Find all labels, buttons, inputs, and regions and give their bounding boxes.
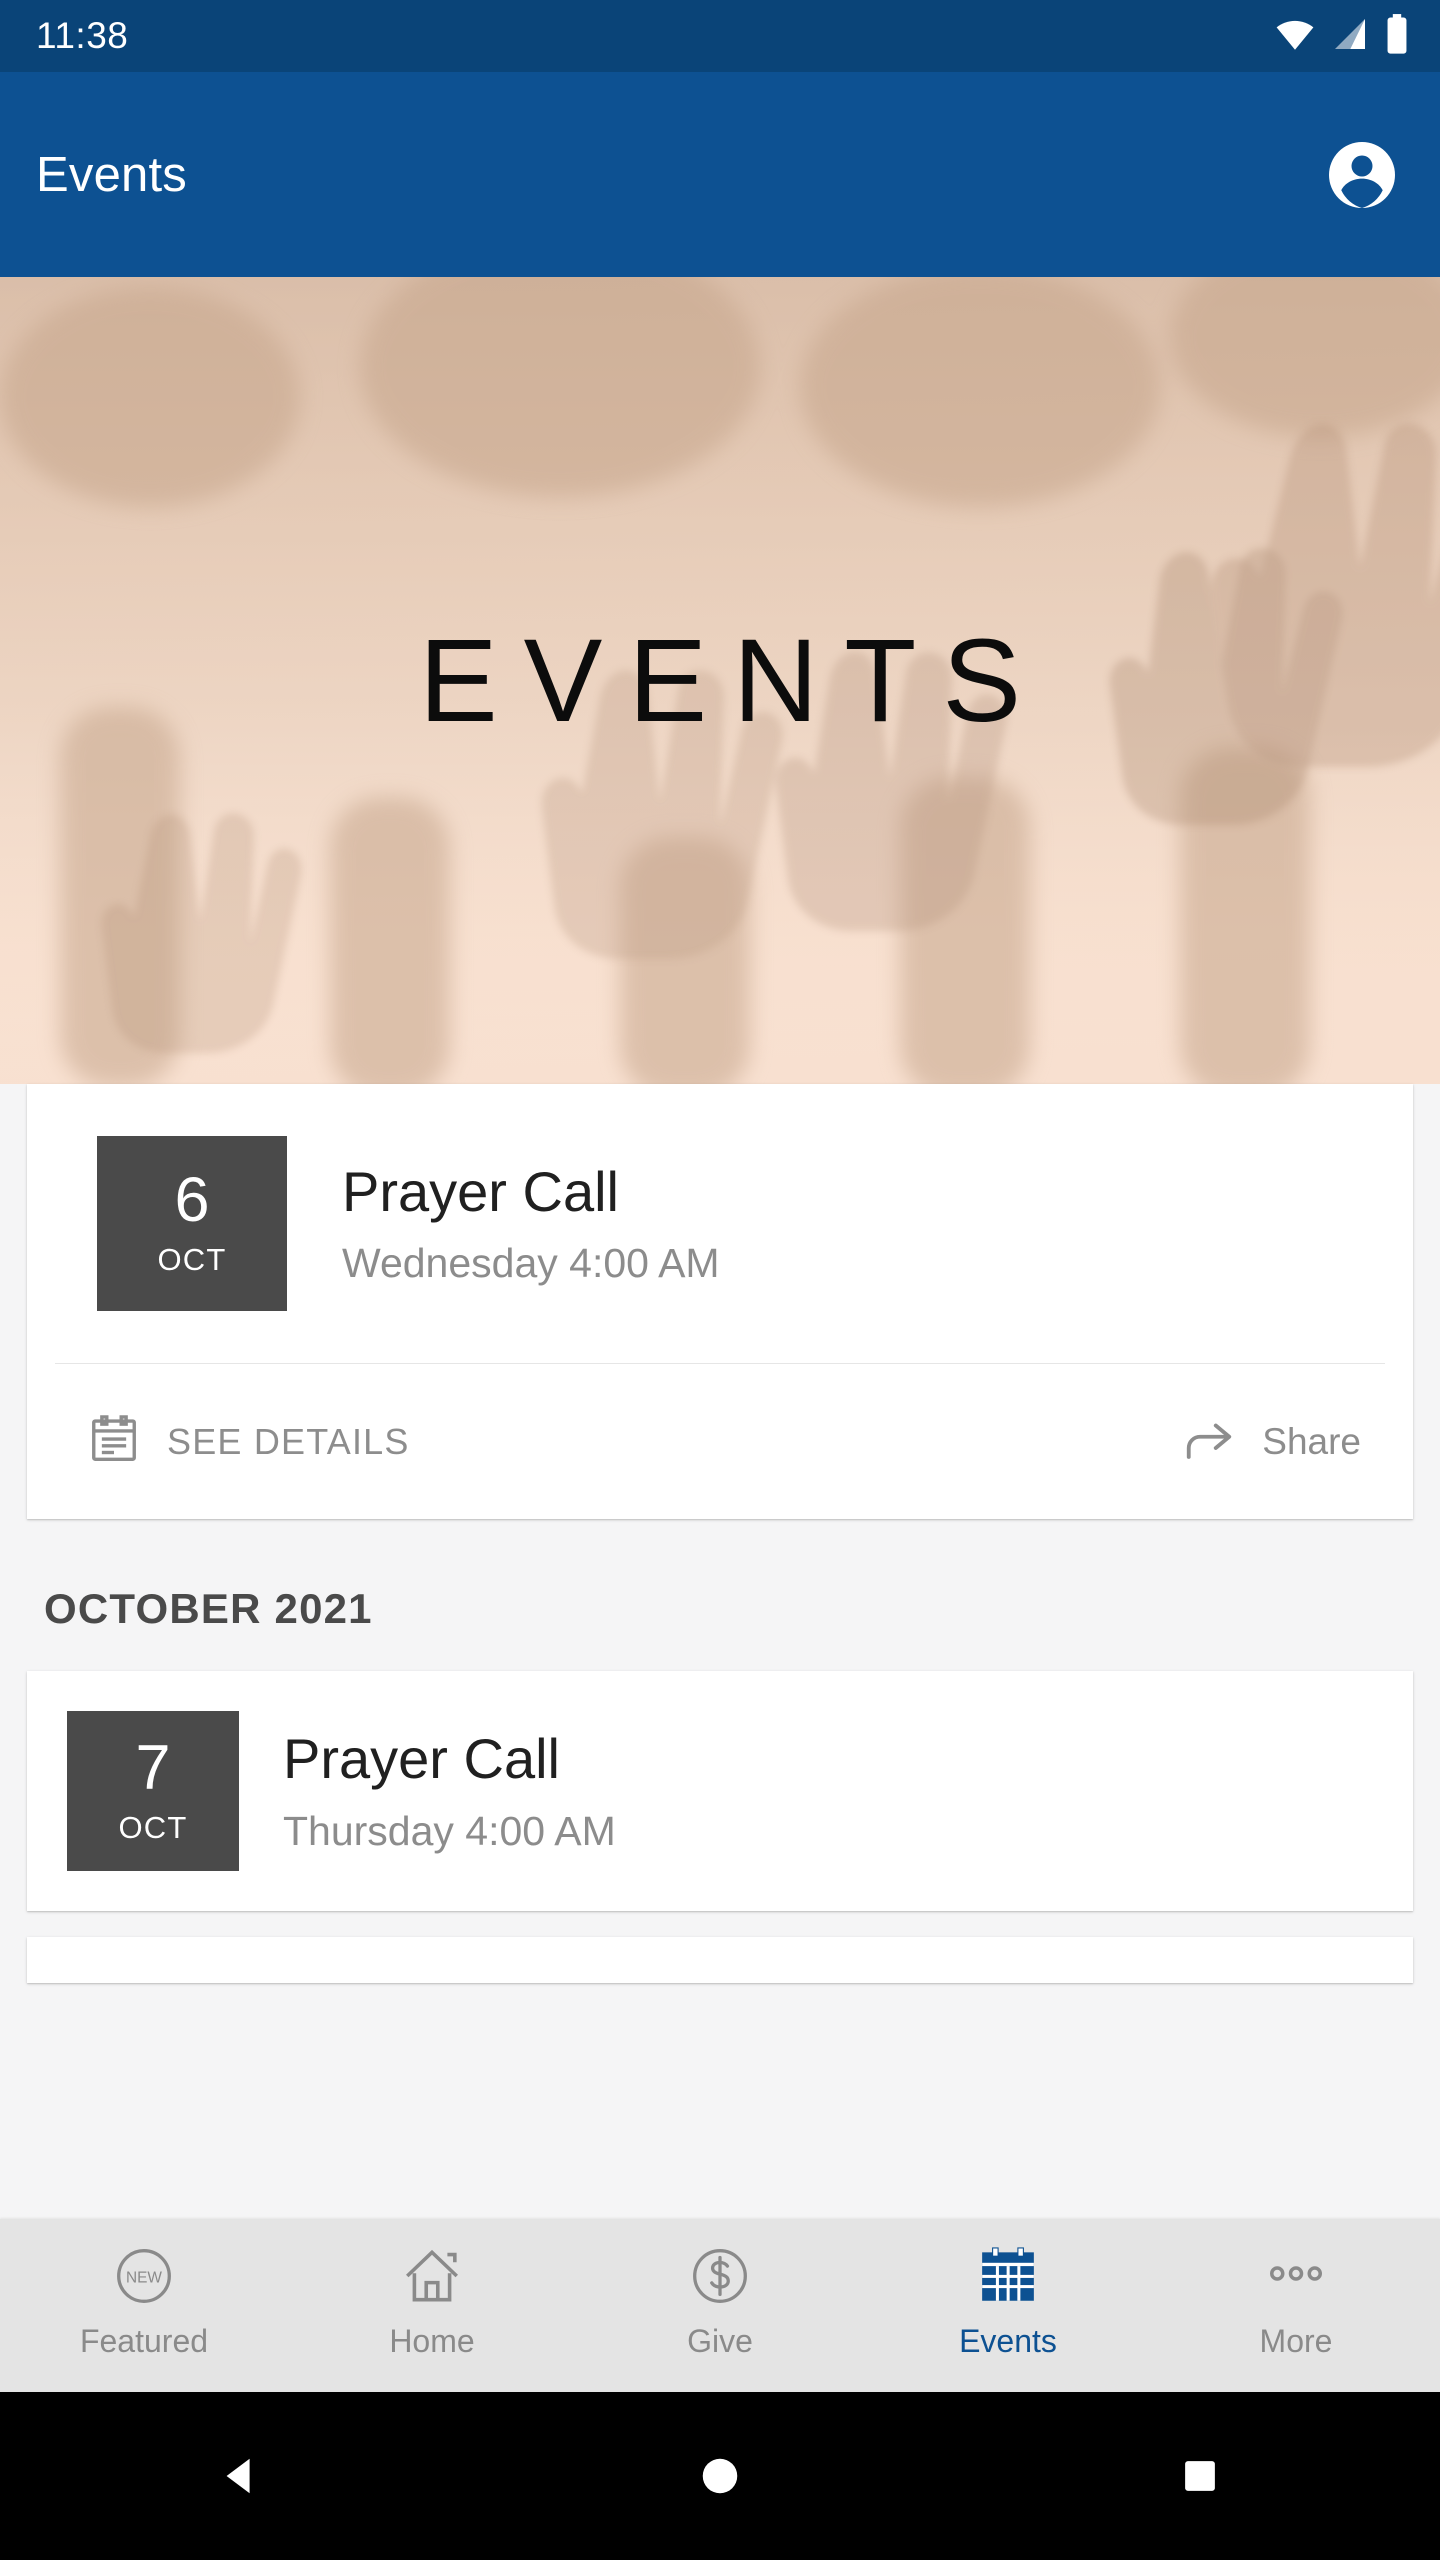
- home-icon: [399, 2241, 465, 2311]
- card-actions: SEE DETAILS Share: [27, 1364, 1413, 1519]
- date-day: 6: [174, 1165, 210, 1235]
- event-title: Prayer Call: [283, 1727, 560, 1791]
- event-datetime: Thursday 4:00 AM: [283, 1807, 616, 1854]
- account-circle-icon[interactable]: [1326, 139, 1398, 211]
- recents-square-icon[interactable]: [1110, 2426, 1290, 2526]
- hero-banner[interactable]: EVENTS: [0, 277, 1440, 1084]
- share-arrow-icon: [1182, 1412, 1236, 1471]
- month-header: OCTOBER 2021: [44, 1585, 373, 1632]
- new-badge-icon: NEW: [111, 2241, 177, 2311]
- hero-title: EVENTS: [418, 614, 1048, 747]
- date-month: OCT: [157, 1242, 227, 1277]
- date-day: 7: [135, 1732, 171, 1803]
- event-title: Prayer Call: [342, 1159, 619, 1223]
- tab-featured[interactable]: NEW Featured: [0, 2219, 288, 2360]
- system-navigation-bar: [0, 2392, 1440, 2560]
- share-label: Share: [1262, 1420, 1361, 1462]
- status-icons: [1274, 13, 1410, 60]
- tab-label: Events: [959, 2323, 1057, 2359]
- tab-label: Home: [389, 2323, 475, 2359]
- featured-event-card[interactable]: 6 OCT Prayer Call Wednesday 4:00 AM SEE …: [27, 1084, 1413, 1519]
- battery-icon: [1384, 13, 1410, 60]
- share-button[interactable]: Share: [1182, 1412, 1361, 1471]
- tab-label: Featured: [79, 2323, 209, 2359]
- event-summary[interactable]: 6 OCT Prayer Call Wednesday 4:00 AM: [27, 1084, 1413, 1363]
- tab-more[interactable]: More: [1152, 2219, 1440, 2360]
- see-details-label: SEE DETAILS: [167, 1420, 410, 1462]
- event-text: Prayer Call Wednesday 4:00 AM: [342, 1160, 720, 1287]
- calendar-icon: [975, 2241, 1041, 2311]
- page-title: Events: [36, 147, 187, 202]
- event-summary[interactable]: 7 OCT Prayer Call Thursday 4:00 AM: [27, 1671, 1413, 1911]
- status-bar: 11:38: [0, 0, 1440, 72]
- tab-label: Give: [687, 2323, 753, 2359]
- event-note-icon: [87, 1412, 141, 1471]
- status-time: 11:38: [36, 15, 129, 56]
- event-datetime: Wednesday 4:00 AM: [342, 1240, 720, 1287]
- date-badge: 6 OCT: [97, 1136, 287, 1311]
- tab-label: More: [1259, 2323, 1333, 2359]
- tab-give[interactable]: Give: [576, 2219, 864, 2360]
- event-card[interactable]: 7 OCT Prayer Call Thursday 4:00 AM: [27, 1671, 1413, 1911]
- app-bar: Events: [0, 72, 1440, 277]
- cellular-signal-icon: [1330, 14, 1370, 59]
- dollar-circle-icon: [687, 2241, 753, 2311]
- event-text: Prayer Call Thursday 4:00 AM: [283, 1727, 616, 1854]
- tab-home[interactable]: Home: [288, 2219, 576, 2360]
- date-badge: 7 OCT: [67, 1711, 239, 1871]
- wifi-icon: [1274, 13, 1316, 60]
- tab-events[interactable]: Events: [864, 2219, 1152, 2360]
- events-list: 6 OCT Prayer Call Wednesday 4:00 AM SEE …: [0, 1084, 1440, 1983]
- back-triangle-icon[interactable]: [150, 2426, 330, 2526]
- svg-text:NEW: NEW: [126, 2269, 162, 2286]
- event-card-partial[interactable]: [27, 1937, 1413, 1983]
- see-details-button[interactable]: SEE DETAILS: [87, 1412, 410, 1471]
- more-dots-icon: [1261, 2241, 1331, 2311]
- bottom-navigation: NEW Featured Home Give Events More: [0, 2219, 1440, 2392]
- date-month: OCT: [118, 1809, 188, 1845]
- home-circle-icon[interactable]: [630, 2426, 810, 2526]
